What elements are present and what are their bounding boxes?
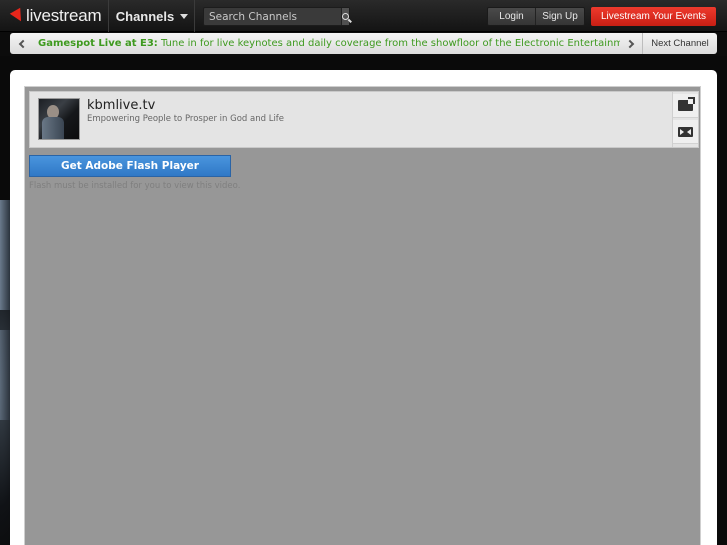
next-channel-button[interactable]: Next Channel [643, 33, 717, 54]
channel-header: kbmlive.tv Empowering People to Prosper … [29, 91, 699, 148]
chevron-down-icon [180, 13, 189, 19]
login-button[interactable]: Login [488, 8, 536, 25]
featured-ticker: Gamespot Live at E3: Tune in for live ke… [10, 33, 717, 54]
auth-buttons: Login Sign Up [487, 7, 585, 26]
nav-divider [194, 0, 195, 32]
flash-required-note: Flash must be installed for you to view … [29, 181, 241, 191]
livestream-your-events-button[interactable]: Livestream Your Events [591, 7, 716, 26]
chevron-right-icon [625, 39, 634, 48]
chevron-left-icon [18, 39, 27, 48]
channel-avatar[interactable] [38, 98, 80, 140]
get-flash-player-button[interactable]: Get Adobe Flash Player [29, 155, 231, 177]
logo-text: livestream [26, 6, 102, 25]
top-nav-bar: livestream Channels Login Sign Up Livest… [0, 0, 727, 32]
ticker-headline: Gamespot Live at E3: [38, 38, 158, 49]
nav-divider [108, 0, 109, 32]
popout-button[interactable] [673, 94, 698, 118]
search-button[interactable] [341, 8, 349, 25]
channels-label: Channels [115, 8, 175, 24]
player-side-buttons [672, 92, 698, 147]
popout-icon [678, 97, 695, 111]
background-stripe [0, 330, 10, 420]
channel-name[interactable]: kbmlive.tv [87, 98, 155, 113]
search-icon [342, 13, 349, 20]
livestream-logo-icon [9, 7, 27, 25]
background-stripe [0, 200, 10, 310]
expand-icon [678, 126, 693, 137]
channels-menu-button[interactable]: Channels [110, 0, 194, 32]
search-input[interactable] [204, 8, 341, 25]
search-box [203, 7, 350, 26]
ticker-body: Tune in for live keynotes and daily cove… [160, 38, 620, 49]
ticker-prev-button[interactable] [10, 33, 32, 54]
ticker-next-button[interactable] [620, 33, 642, 54]
channel-tagline: Empowering People to Prosper in God and … [87, 114, 285, 124]
livestream-logo[interactable]: livestream [9, 6, 102, 26]
expand-button[interactable] [673, 120, 698, 144]
ticker-text[interactable]: Gamespot Live at E3: Tune in for live ke… [32, 38, 620, 49]
signup-button[interactable]: Sign Up [536, 8, 584, 25]
